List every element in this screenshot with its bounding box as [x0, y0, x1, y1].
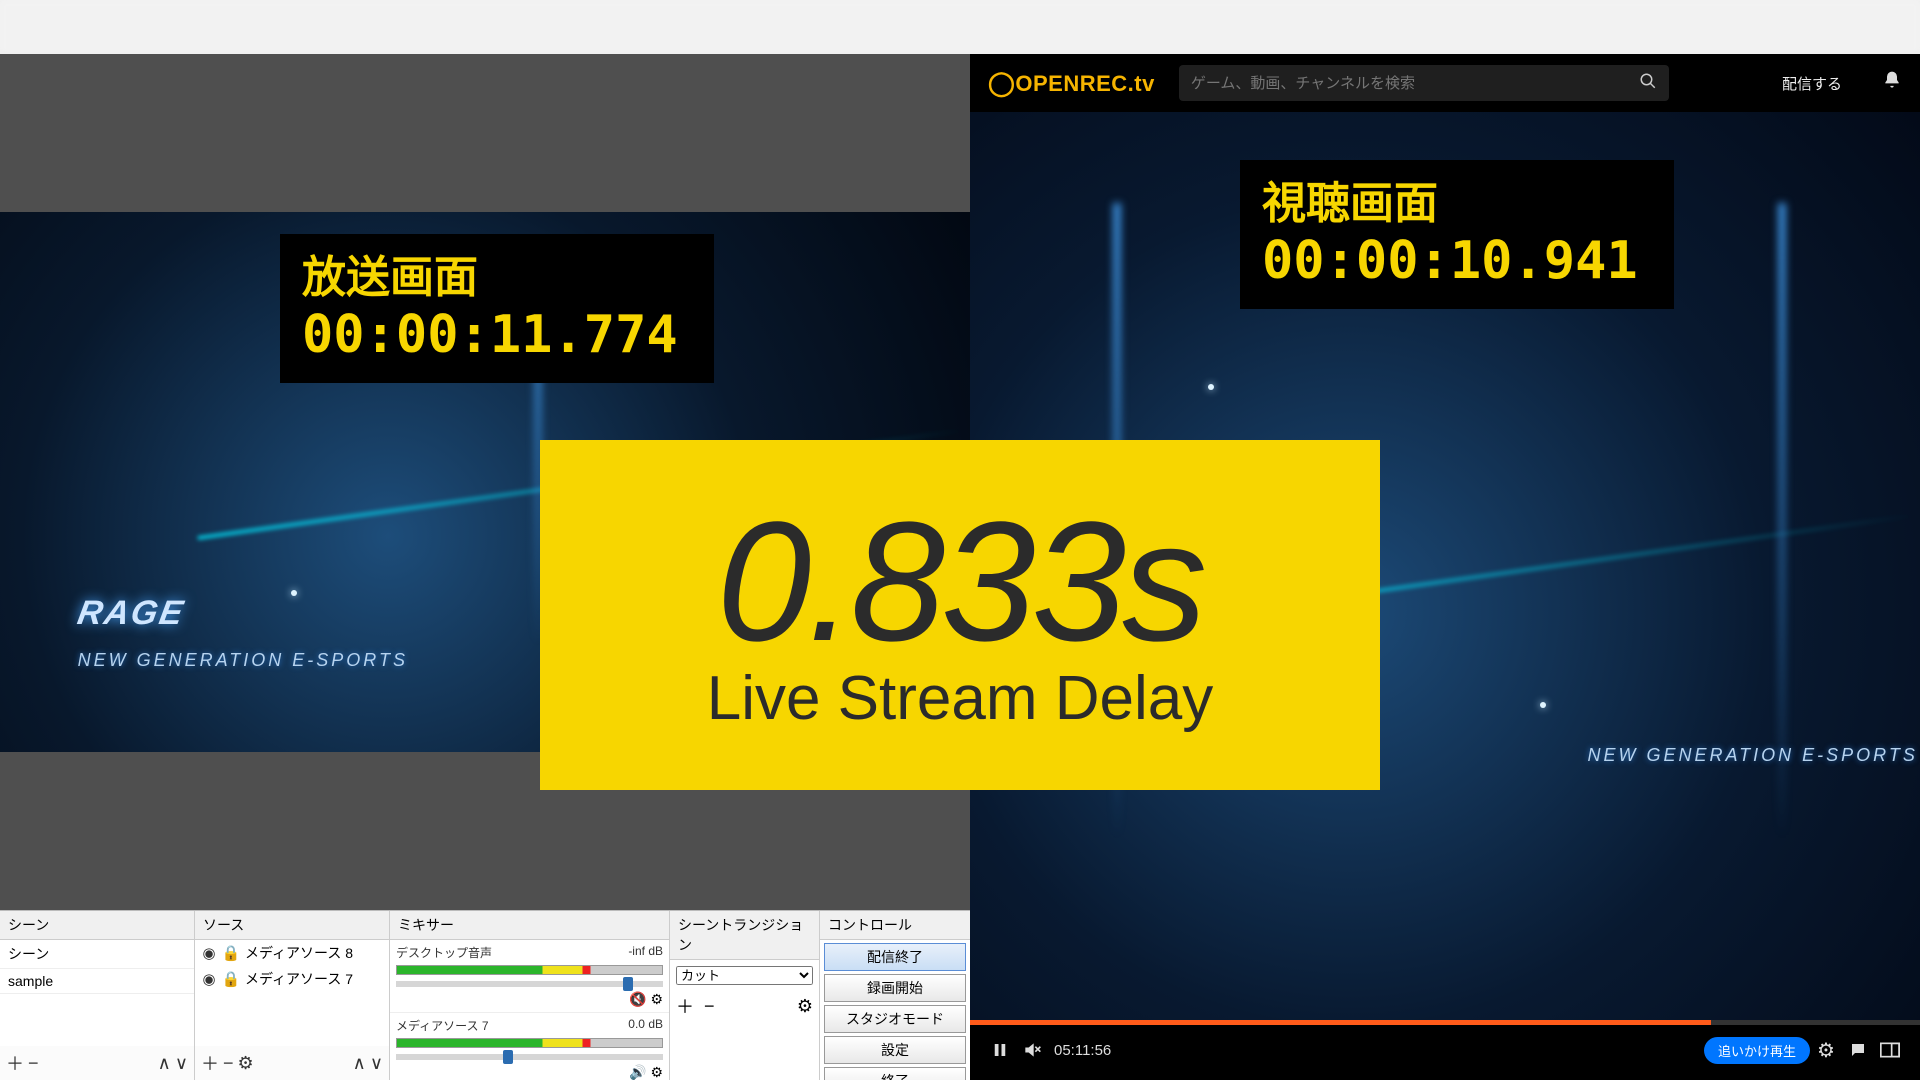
stage-subtitle: NEW GENERATION E-SPORTS: [1588, 745, 1918, 766]
exit-button[interactable]: 終了: [824, 1067, 966, 1080]
down-icon[interactable]: ∨: [370, 1053, 383, 1074]
remove-icon[interactable]: −: [704, 996, 715, 1017]
settings-gear-icon[interactable]: ⚙: [1810, 1038, 1842, 1063]
search-icon[interactable]: [1639, 72, 1657, 95]
panel-controls: コントロール 配信終了 録画開始 スタジオモード 設定 終了: [820, 911, 970, 1080]
source-label: メディアソース 7: [245, 969, 353, 989]
gear-icon[interactable]: ⚙: [650, 1064, 663, 1080]
eye-icon[interactable]: ◉: [201, 945, 217, 961]
viewer-time: 00:00:10.941: [1262, 231, 1638, 291]
scene-item[interactable]: シーン: [0, 940, 194, 969]
volume-slider[interactable]: [396, 1054, 663, 1060]
browser-chrome: [0, 0, 1920, 54]
progress-fill: [970, 1020, 1711, 1025]
chase-play-button[interactable]: 追いかけ再生: [1704, 1037, 1810, 1064]
broadcast-timer-box: 放送画面 00:00:11.774: [280, 234, 714, 383]
panel-sources-title: ソース: [195, 911, 389, 940]
remove-icon[interactable]: −: [28, 1053, 39, 1074]
down-icon[interactable]: ∨: [175, 1053, 188, 1074]
stage-pillar: [1778, 203, 1786, 839]
openrec-header: ◯OPENREC.tv 配信する: [970, 54, 1920, 112]
mixer-track: メディアソース 7 0.0 dB 🔊 ⚙: [390, 1013, 669, 1080]
delay-value: 0.833s: [717, 497, 1203, 667]
theater-icon[interactable]: [1874, 1042, 1906, 1058]
up-icon[interactable]: ∧: [353, 1053, 366, 1074]
broadcast-label: 放送画面: [302, 252, 678, 305]
audio-meter: [396, 965, 663, 975]
elapsed-time: 05:11:56: [1054, 1042, 1111, 1059]
source-label: メディアソース 8: [245, 943, 353, 963]
mixer-track-db: -inf dB: [628, 944, 663, 961]
studio-mode-button[interactable]: スタジオモード: [824, 1005, 966, 1033]
panel-scenes-title: シーン: [0, 911, 194, 940]
add-icon[interactable]: ＋: [201, 1050, 219, 1076]
broadcast-time: 00:00:11.774: [302, 305, 678, 365]
audio-meter: [396, 1038, 663, 1048]
bell-icon[interactable]: [1882, 70, 1902, 96]
add-icon[interactable]: ＋: [676, 993, 694, 1019]
search-bar[interactable]: [1179, 65, 1669, 101]
mixer-track: デスクトップ音声 -inf dB 🔇 ⚙: [390, 940, 669, 1013]
progress-bar[interactable]: [970, 1020, 1920, 1025]
settings-button[interactable]: 設定: [824, 1036, 966, 1064]
mixer-track-name: メディアソース 7: [396, 1017, 489, 1034]
transition-select[interactable]: カット: [676, 966, 813, 985]
panel-sources: ソース ◉ 🔒 メディアソース 8 ◉ 🔒 メディアソース 7 ＋ −: [195, 911, 390, 1080]
pause-icon[interactable]: [984, 1041, 1016, 1059]
volume-slider[interactable]: [396, 981, 663, 987]
panel-controls-title: コントロール: [820, 911, 970, 940]
eye-icon[interactable]: ◉: [201, 971, 217, 987]
comment-icon[interactable]: [1842, 1041, 1874, 1059]
mixer-track-db: 0.0 dB: [628, 1017, 663, 1034]
search-input[interactable]: [1191, 75, 1631, 92]
mute-icon[interactable]: 🔇: [629, 991, 646, 1008]
gear-icon[interactable]: ⚙: [238, 1053, 254, 1074]
delay-subtitle: Live Stream Delay: [707, 663, 1214, 734]
gear-icon[interactable]: ⚙: [797, 996, 813, 1017]
panel-mixer: ミキサー デスクトップ音声 -inf dB 🔇 ⚙: [390, 911, 670, 1080]
source-item[interactable]: ◉ 🔒 メディアソース 7: [195, 966, 389, 992]
up-icon[interactable]: ∧: [158, 1053, 171, 1074]
player-controls: 05:11:56 追いかけ再生 ⚙: [970, 1020, 1920, 1080]
openrec-logo[interactable]: ◯OPENREC.tv: [988, 69, 1155, 98]
stage-subtitle: NEW GENERATION E-SPORTS: [78, 650, 408, 671]
openrec-logo-text: OPENREC.tv: [1015, 71, 1154, 96]
obs-bottom-panels: シーン シーン sample ＋ − ∧ ∨ ソース ◉: [0, 910, 970, 1080]
gear-icon[interactable]: ⚙: [650, 991, 663, 1008]
add-icon[interactable]: ＋: [6, 1050, 24, 1076]
panel-transitions-title: シーントランジション: [670, 911, 819, 960]
broadcast-link[interactable]: 配信する: [1782, 73, 1842, 94]
stop-stream-button[interactable]: 配信終了: [824, 943, 966, 971]
stage-logo: RAGE: [74, 594, 187, 633]
mute-icon[interactable]: [1016, 1040, 1048, 1060]
scene-item[interactable]: sample: [0, 969, 194, 994]
lock-icon[interactable]: 🔒: [223, 945, 239, 961]
start-record-button[interactable]: 録画開始: [824, 974, 966, 1002]
panel-transitions: シーントランジション カット ＋ − ⚙: [670, 911, 820, 1080]
viewer-label: 視聴画面: [1262, 178, 1638, 231]
mixer-track-name: デスクトップ音声: [396, 944, 492, 961]
speaker-icon[interactable]: 🔊: [629, 1064, 646, 1080]
delay-overlay: 0.833s Live Stream Delay: [540, 440, 1380, 790]
viewer-timer-box: 視聴画面 00:00:10.941: [1240, 160, 1674, 309]
remove-icon[interactable]: −: [223, 1053, 234, 1074]
panel-mixer-title: ミキサー: [390, 911, 669, 940]
panel-scenes: シーン シーン sample ＋ − ∧ ∨: [0, 911, 195, 1080]
lock-icon[interactable]: 🔒: [223, 971, 239, 987]
source-item[interactable]: ◉ 🔒 メディアソース 8: [195, 940, 389, 966]
